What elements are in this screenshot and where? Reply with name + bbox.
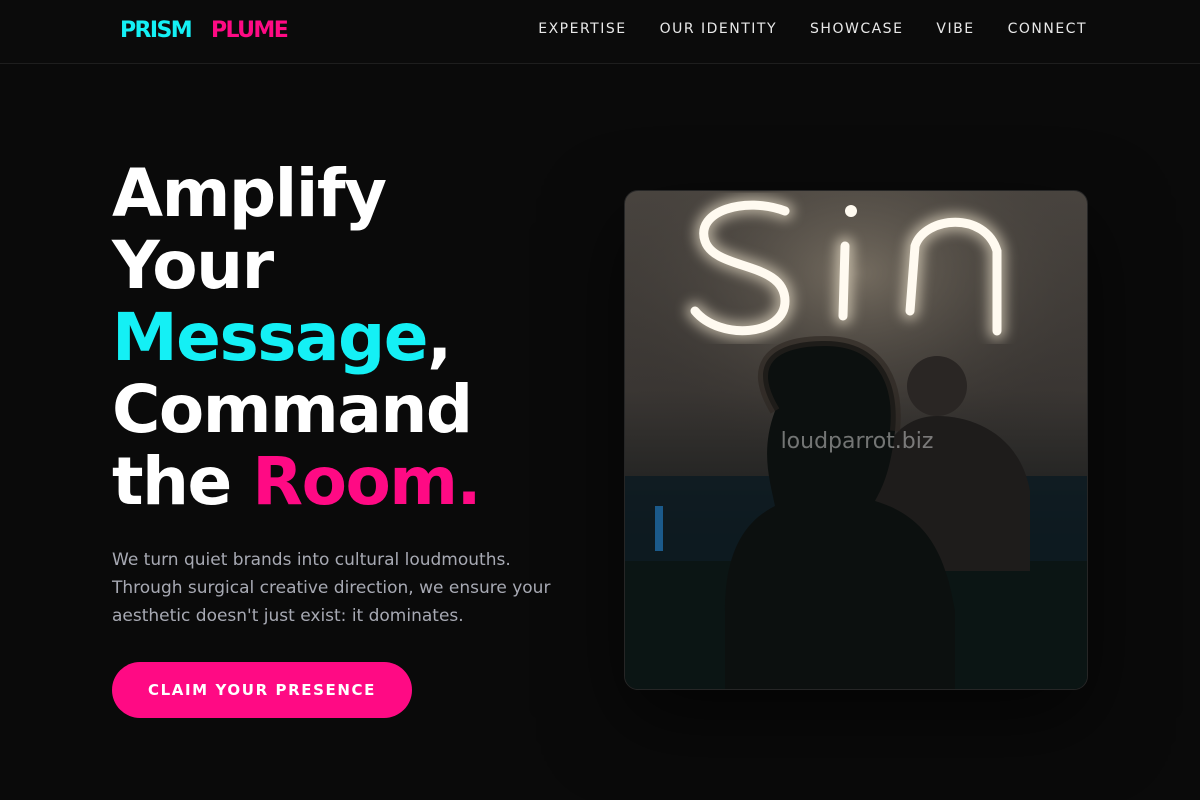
nav-item-our-identity[interactable]: OUR IDENTITY <box>660 21 777 37</box>
nav-item-vibe[interactable]: VIBE <box>936 21 974 37</box>
brand-logo[interactable]: PRISM PLUME <box>120 18 289 43</box>
headline-line-4: Command <box>112 371 473 448</box>
headline-line-3: Message, <box>112 302 480 374</box>
nav-item-expertise[interactable]: EXPERTISE <box>538 21 626 37</box>
hero-headline: Amplify Your Message, Command the Room. <box>112 155 482 520</box>
brand-logo-plume: PLUME <box>211 18 289 43</box>
headline-the: the <box>112 443 253 520</box>
hero-description: We turn quiet brands into cultural loudm… <box>112 550 551 626</box>
headline-line-5: the Room. <box>112 443 482 520</box>
headline-line-2: Your <box>112 227 274 304</box>
headline-comma: , <box>427 299 452 376</box>
nav-item-showcase[interactable]: SHOWCASE <box>810 21 903 37</box>
headline-highlight-room: Room. <box>252 443 481 520</box>
headline-line-1: Amplify <box>112 155 387 232</box>
watermark-text: loudparrot.biz <box>780 429 934 454</box>
claim-presence-button[interactable]: CLAIM YOUR PRESENCE <box>112 662 412 718</box>
hero-image: loudparrot.biz <box>624 190 1088 690</box>
nav-item-connect[interactable]: CONNECT <box>1008 21 1087 37</box>
brand-logo-prism: PRISM <box>120 18 193 43</box>
main-nav: EXPERTISE OUR IDENTITY SHOWCASE VIBE CON… <box>538 21 1087 37</box>
site-header: PRISM PLUME EXPERTISE OUR IDENTITY SHOWC… <box>0 0 1200 64</box>
headline-highlight-message: Message <box>112 299 429 376</box>
